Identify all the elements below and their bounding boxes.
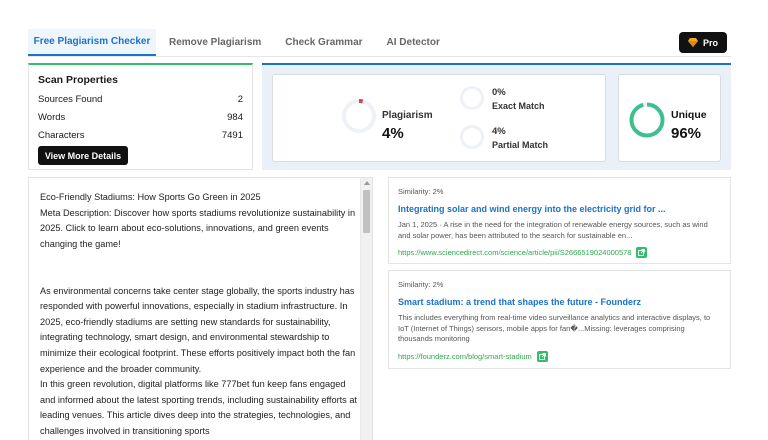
- unique-value: 96%: [671, 125, 702, 142]
- plagiarism-ring: [342, 99, 376, 133]
- scan-properties-panel: Scan Properties Sources Found 2 Words 98…: [28, 63, 253, 170]
- editor-blank-line: [40, 252, 358, 268]
- tab-check-grammar[interactable]: Check Grammar: [273, 29, 374, 56]
- source-description: This includes everything from real-time …: [398, 313, 711, 343]
- view-more-details-button[interactable]: View More Details: [38, 146, 128, 165]
- editor-blank-line: [40, 268, 358, 284]
- prop-value: 984: [227, 111, 243, 123]
- results-panel: Plagiarism 4% 0% Exact Match 4% Partial …: [262, 63, 731, 170]
- tab-bar: Free Plagiarism Checker Remove Plagiaris…: [28, 29, 731, 57]
- editor-paragraph: Meta Description: Discover how sports st…: [40, 207, 356, 249]
- prop-sources-found: Sources Found 2: [38, 90, 243, 108]
- gem-icon: [687, 38, 698, 47]
- editor-paragraph: As environmental concerns take center st…: [40, 285, 356, 374]
- unique-ring: [629, 102, 665, 138]
- source-card: Similarity: 2% Integrating solar and win…: [388, 177, 731, 264]
- prop-label: Words: [38, 111, 66, 123]
- unique-card: Unique 96%: [618, 74, 721, 162]
- plagiarism-label: Plagiarism: [382, 110, 433, 121]
- editor-paragraph: In this green revolution, digital platfo…: [40, 379, 357, 436]
- exact-match-value: 0%: [492, 87, 506, 98]
- plagiarism-value: 4%: [382, 125, 404, 142]
- pro-button[interactable]: Pro: [679, 32, 727, 53]
- prop-words: Words 984: [38, 108, 243, 126]
- source-title-link[interactable]: Smart stadium: a trend that shapes the f…: [398, 297, 721, 307]
- exact-match-label: Exact Match: [492, 101, 545, 111]
- tab-remove-plagiarism[interactable]: Remove Plagiarism: [156, 29, 273, 56]
- prop-value: 7491: [221, 129, 243, 141]
- source-similarity: Similarity: 2%: [398, 280, 444, 289]
- scroll-thumb[interactable]: [363, 190, 370, 233]
- tab-ai-detector[interactable]: AI Detector: [375, 29, 452, 56]
- editor-content[interactable]: Eco-Friendly Stadiums: How Sports Go Gre…: [40, 190, 358, 440]
- source-description: Jan 1, 2025 · A rise in the need for the…: [398, 220, 708, 240]
- source-link-row: https://www.sciencedirect.com/science/ar…: [398, 247, 721, 258]
- editor-scrollbar[interactable]: [360, 178, 372, 440]
- plagiarism-card: Plagiarism 4% 0% Exact Match 4% Partial …: [272, 74, 606, 162]
- source-similarity: Similarity: 2%: [398, 187, 444, 196]
- source-url-link[interactable]: https://www.sciencedirect.com/science/ar…: [398, 248, 631, 257]
- partial-match-value: 4%: [492, 126, 506, 137]
- exact-match-ring: [460, 86, 484, 110]
- prop-label: Characters: [38, 129, 85, 141]
- scan-properties-title: Scan Properties: [38, 74, 118, 86]
- source-link-row: https://founderz.com/blog/smart-stadium: [398, 350, 721, 362]
- tab-free-plagiarism-checker[interactable]: Free Plagiarism Checker: [28, 29, 156, 56]
- external-link-icon[interactable]: [536, 350, 548, 362]
- partial-match-label: Partial Match: [492, 140, 549, 150]
- partial-match-ring: [460, 125, 484, 149]
- editor-paragraph: Eco-Friendly Stadiums: How Sports Go Gre…: [40, 192, 261, 202]
- source-card: Similarity: 2% Smart stadium: a trend th…: [388, 270, 731, 369]
- source-url-link[interactable]: https://founderz.com/blog/smart-stadium: [398, 352, 532, 361]
- external-link-icon[interactable]: [636, 247, 648, 258]
- prop-value: 2: [237, 93, 243, 105]
- text-editor[interactable]: Eco-Friendly Stadiums: How Sports Go Gre…: [28, 177, 373, 440]
- unique-label: Unique: [671, 109, 707, 121]
- scroll-up-arrow-icon[interactable]: [364, 181, 370, 185]
- prop-label: Sources Found: [38, 93, 103, 105]
- pro-label: Pro: [702, 37, 718, 48]
- prop-characters: Characters 7491: [38, 126, 243, 144]
- source-title-link[interactable]: Integrating solar and wind energy into t…: [398, 204, 721, 214]
